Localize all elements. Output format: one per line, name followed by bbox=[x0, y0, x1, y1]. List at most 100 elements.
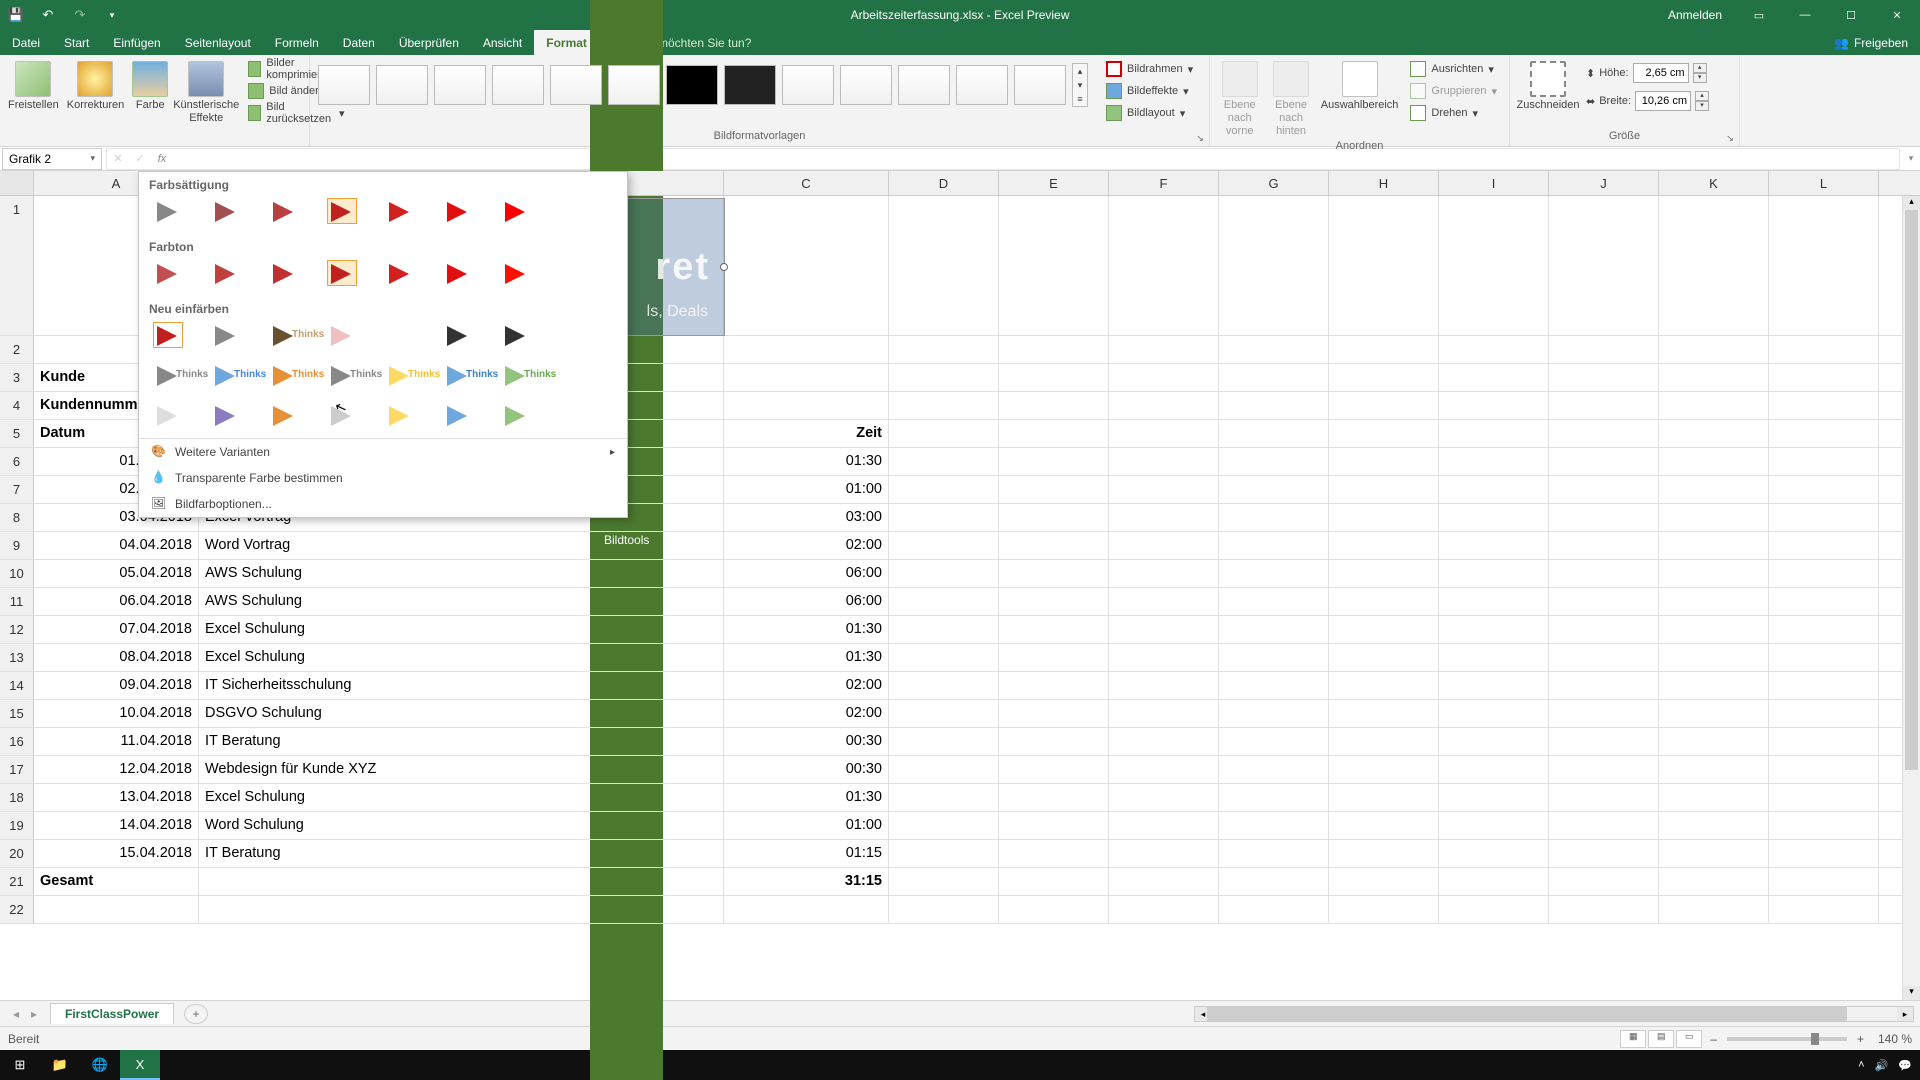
color-swatch[interactable] bbox=[153, 402, 183, 428]
cell[interactable] bbox=[889, 560, 999, 587]
cell[interactable]: DSGVO Schulung bbox=[199, 700, 724, 727]
cell[interactable]: 12.04.2018 bbox=[34, 756, 199, 783]
undo-icon[interactable]: ↶ bbox=[32, 0, 64, 30]
cell[interactable] bbox=[1549, 728, 1659, 755]
cell[interactable] bbox=[724, 336, 889, 363]
cell[interactable] bbox=[1219, 756, 1329, 783]
row-header[interactable]: 6 bbox=[0, 448, 34, 475]
cell[interactable]: 03:00 bbox=[724, 504, 889, 531]
vertical-scrollbar[interactable]: ▴▾ bbox=[1902, 196, 1920, 1000]
cell[interactable]: 01:30 bbox=[724, 616, 889, 643]
cell[interactable] bbox=[1659, 840, 1769, 867]
cell[interactable] bbox=[1219, 728, 1329, 755]
cell[interactable]: IT Beratung bbox=[199, 728, 724, 755]
cell[interactable] bbox=[1329, 364, 1439, 391]
row-header[interactable]: 2 bbox=[0, 336, 34, 363]
color-swatch[interactable] bbox=[269, 402, 299, 428]
cell[interactable]: 01:15 bbox=[724, 840, 889, 867]
cell[interactable] bbox=[1109, 616, 1219, 643]
cell[interactable]: IT Sicherheitsschulung bbox=[199, 672, 724, 699]
more-variations-item[interactable]: 🎨Weitere Varianten▸ bbox=[139, 439, 627, 465]
cell[interactable] bbox=[1659, 700, 1769, 727]
cell[interactable]: 04.04.2018 bbox=[34, 532, 199, 559]
cell[interactable] bbox=[1219, 504, 1329, 531]
cell[interactable]: 31:15 bbox=[724, 868, 889, 895]
cell[interactable] bbox=[889, 196, 999, 335]
cell[interactable]: 06:00 bbox=[724, 588, 889, 615]
cell[interactable] bbox=[1439, 364, 1549, 391]
cell[interactable]: 13.04.2018 bbox=[34, 784, 199, 811]
cell[interactable] bbox=[1549, 616, 1659, 643]
cell[interactable] bbox=[889, 728, 999, 755]
align-button[interactable]: Ausrichten ▾ bbox=[1406, 59, 1501, 79]
tab-datei[interactable]: Datei bbox=[0, 30, 52, 55]
cell[interactable] bbox=[1219, 560, 1329, 587]
dialog-launcher-icon[interactable]: ↘ bbox=[1193, 130, 1207, 144]
dialog-launcher-icon[interactable]: ↘ bbox=[1723, 130, 1737, 144]
cell[interactable]: Word Schulung bbox=[199, 812, 724, 839]
column-header[interactable]: C bbox=[724, 171, 889, 195]
cell[interactable]: 06.04.2018 bbox=[34, 588, 199, 615]
cell[interactable] bbox=[1109, 728, 1219, 755]
column-header[interactable]: L bbox=[1769, 171, 1879, 195]
cell[interactable] bbox=[1659, 812, 1769, 839]
resize-handle[interactable] bbox=[720, 263, 728, 271]
cell[interactable] bbox=[889, 812, 999, 839]
row-header[interactable]: 13 bbox=[0, 644, 34, 671]
cell[interactable] bbox=[999, 896, 1109, 923]
row-header[interactable]: 5 bbox=[0, 420, 34, 447]
row-header[interactable]: 10 bbox=[0, 560, 34, 587]
cell[interactable] bbox=[1109, 756, 1219, 783]
cell[interactable]: 01:30 bbox=[724, 784, 889, 811]
color-swatch[interactable] bbox=[443, 260, 473, 286]
picture-color-options-item[interactable]: 🖼Bildfarboptionen... bbox=[139, 491, 627, 517]
system-tray[interactable]: ˄🔊💬 bbox=[1858, 1059, 1920, 1072]
picture-style-thumb[interactable] bbox=[492, 65, 544, 105]
cell[interactable] bbox=[1219, 700, 1329, 727]
cell[interactable]: AWS Schulung bbox=[199, 560, 724, 587]
cell[interactable] bbox=[889, 532, 999, 559]
row-header[interactable]: 19 bbox=[0, 812, 34, 839]
cell[interactable] bbox=[1439, 532, 1549, 559]
zoom-out-button[interactable]: – bbox=[1710, 1032, 1717, 1046]
selection-pane-button[interactable]: Auswahlbereich bbox=[1321, 59, 1399, 112]
color-swatch[interactable] bbox=[327, 198, 357, 224]
select-all-corner[interactable] bbox=[0, 171, 34, 195]
cell[interactable]: 11.04.2018 bbox=[34, 728, 199, 755]
cell[interactable] bbox=[1769, 896, 1879, 923]
zoom-in-button[interactable]: + bbox=[1857, 1032, 1864, 1046]
column-header[interactable]: J bbox=[1549, 171, 1659, 195]
color-swatch[interactable] bbox=[269, 198, 299, 224]
color-swatch[interactable] bbox=[385, 198, 415, 224]
enter-icon[interactable]: ✓ bbox=[129, 152, 151, 165]
row-header[interactable]: 12 bbox=[0, 616, 34, 643]
cell[interactable] bbox=[1549, 448, 1659, 475]
cell[interactable] bbox=[1439, 784, 1549, 811]
cell[interactable]: 01:30 bbox=[724, 448, 889, 475]
row-header[interactable]: 8 bbox=[0, 504, 34, 531]
cell[interactable] bbox=[1439, 700, 1549, 727]
cell[interactable] bbox=[1219, 364, 1329, 391]
cell[interactable] bbox=[999, 448, 1109, 475]
cell[interactable] bbox=[889, 616, 999, 643]
cell[interactable] bbox=[1439, 728, 1549, 755]
cell[interactable] bbox=[1329, 560, 1439, 587]
cell[interactable]: Zeit bbox=[724, 420, 889, 447]
cell[interactable] bbox=[999, 784, 1109, 811]
cell[interactable] bbox=[1659, 532, 1769, 559]
qat-customize-icon[interactable]: ▾ bbox=[96, 0, 128, 30]
cell[interactable] bbox=[1219, 840, 1329, 867]
color-swatch[interactable] bbox=[443, 402, 473, 428]
cell[interactable] bbox=[1769, 784, 1879, 811]
cell[interactable]: 09.04.2018 bbox=[34, 672, 199, 699]
cell[interactable] bbox=[1549, 756, 1659, 783]
volume-icon[interactable]: 🔊 bbox=[1875, 1059, 1889, 1072]
zoom-level[interactable]: 140 % bbox=[1864, 1032, 1912, 1046]
cell[interactable] bbox=[1659, 196, 1769, 335]
cell[interactable] bbox=[1109, 672, 1219, 699]
column-header[interactable]: E bbox=[999, 171, 1109, 195]
cell[interactable]: 08.04.2018 bbox=[34, 644, 199, 671]
cell[interactable] bbox=[999, 644, 1109, 671]
cell[interactable] bbox=[889, 756, 999, 783]
cell[interactable] bbox=[1329, 588, 1439, 615]
